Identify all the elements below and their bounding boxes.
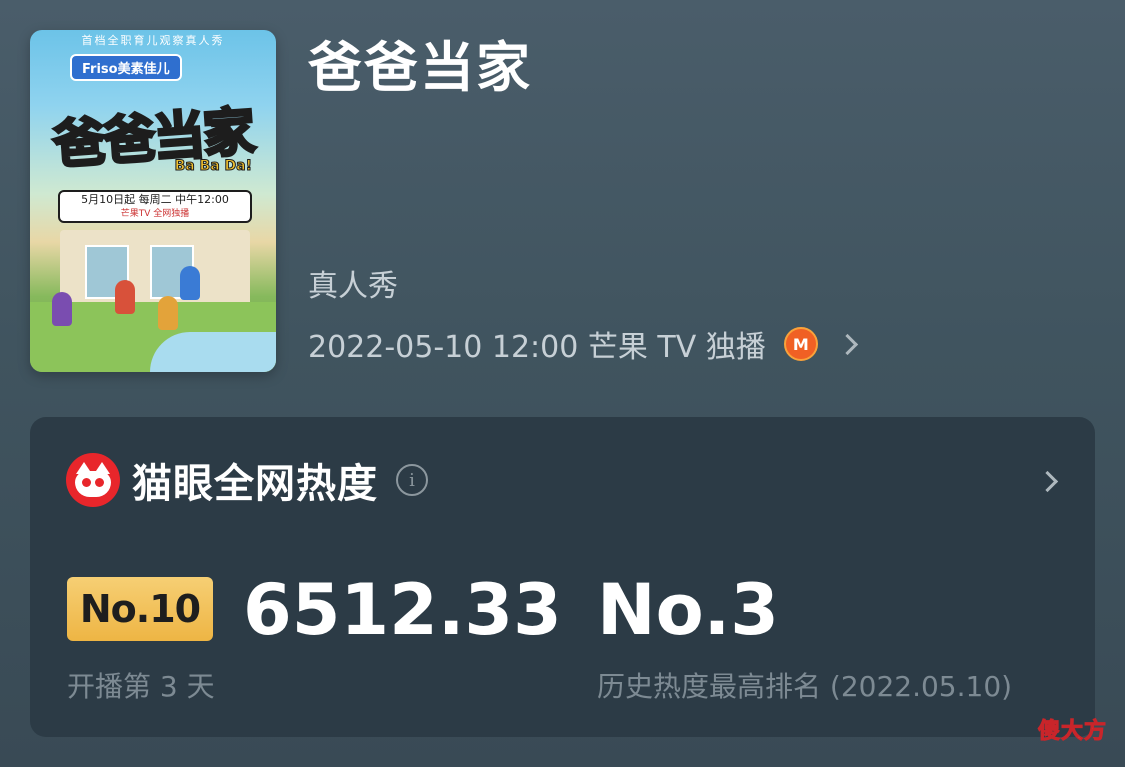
show-poster[interactable]: 首档全职育儿观察真人秀 Friso美素佳儿 爸爸当家 Ba Ba Da! 5月1… xyxy=(30,30,276,372)
poster-schedule-line1: 5月10日起 每周二 中午12:00 xyxy=(81,193,229,206)
poster-character xyxy=(180,266,200,300)
poster-top-strip: 首档全职育儿观察真人秀 xyxy=(81,34,225,47)
info-icon[interactable]: i xyxy=(396,464,428,496)
watermark: 傻大方 xyxy=(1037,719,1107,745)
heat-value: 6512.33 xyxy=(243,569,562,651)
mango-tv-icon: M xyxy=(783,327,818,361)
poster-sub-logo: Ba Ba Da! xyxy=(174,158,252,175)
show-genre: 真人秀 xyxy=(308,269,398,304)
show-title: 爸爸当家 xyxy=(308,36,532,99)
poster-character xyxy=(115,280,135,314)
poster-schedule: 5月10日起 每周二 中午12:00 芒果TV 全网独播 xyxy=(58,190,252,223)
rank-badge: No.10 xyxy=(67,577,213,641)
history-best-rank-label: 历史热度最高排名 (2022.05.10) xyxy=(597,670,1013,703)
poster-brand-logo: Friso美素佳儿 xyxy=(70,54,182,81)
poster-schedule-line2: 芒果TV 全网独播 xyxy=(120,209,190,219)
chevron-right-icon[interactable] xyxy=(1036,470,1059,493)
poster-character xyxy=(158,296,178,330)
release-info-text: 2022-05-10 12:00 芒果 TV 独播 xyxy=(308,330,766,365)
card-title: 猫眼全网热度 xyxy=(132,461,378,507)
days-since-premiere-label: 开播第 3 天 xyxy=(67,670,215,703)
chevron-right-icon xyxy=(836,333,858,355)
history-best-rank: No.3 xyxy=(597,569,779,651)
release-info-row[interactable]: 2022-05-10 12:00 芒果 TV 独播 M xyxy=(308,322,858,366)
poster-character xyxy=(52,292,72,326)
maoyan-heat-card[interactable]: 猫眼全网热度 i No.10 6512.33 开播第 3 天 No.3 历史热度… xyxy=(30,417,1095,737)
maoyan-logo-icon xyxy=(66,453,120,507)
poster-pool xyxy=(150,332,276,372)
card-header: 猫眼全网热度 i xyxy=(66,453,428,507)
